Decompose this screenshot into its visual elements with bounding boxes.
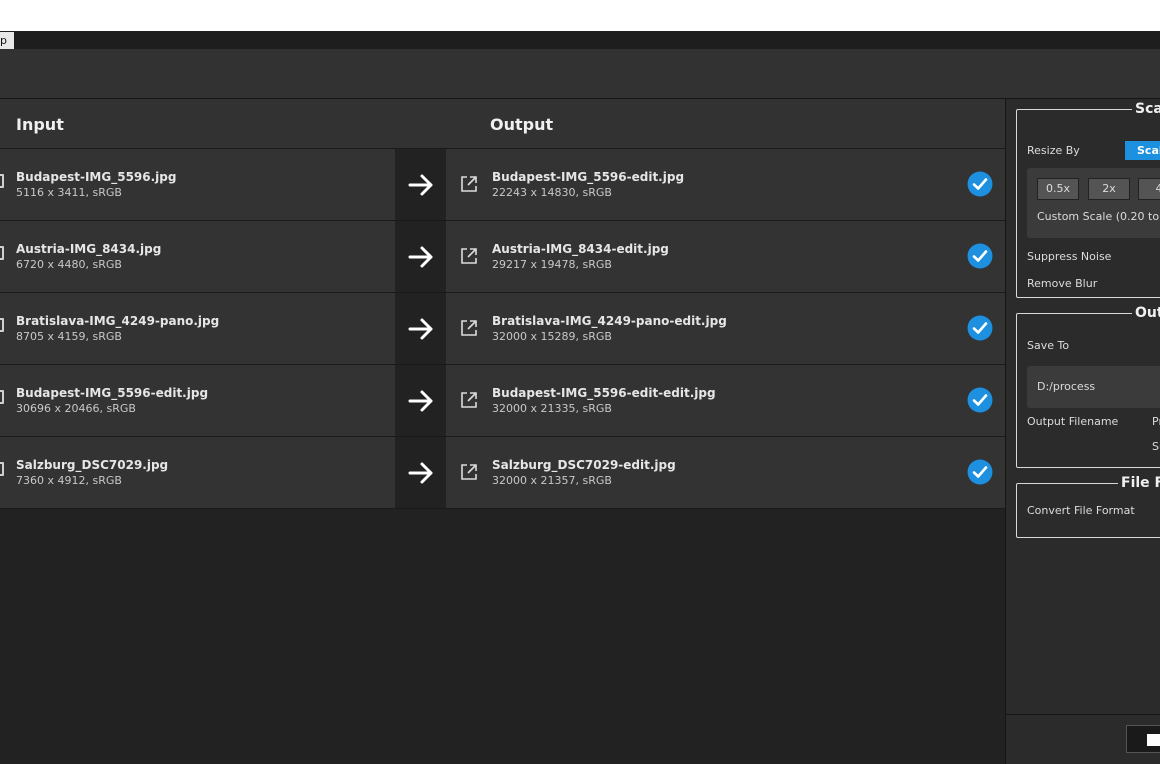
- sidebar-footer: [1006, 714, 1160, 764]
- open-external-icon[interactable]: [460, 247, 478, 265]
- output-column-header: Output: [490, 115, 554, 134]
- input-cell[interactable]: Salzburg_DSC7029.jpg 7360 x 4912, sRGB: [0, 437, 395, 508]
- input-cell[interactable]: Bratislava-IMG_4249-pano.jpg 8705 x 4159…: [0, 293, 395, 364]
- window-title: p: [0, 32, 14, 49]
- input-filename: Bratislava-IMG_4249-pano.jpg: [16, 314, 220, 328]
- save-to-label: Save To: [1027, 339, 1070, 352]
- input-filename: Budapest-IMG_5596-edit.jpg: [16, 386, 209, 400]
- output-dimensions: 29217 x 19478, sRGB: [492, 258, 612, 271]
- file-icon: [0, 174, 4, 188]
- input-cell[interactable]: Budapest-IMG_5596-edit.jpg 30696 x 20466…: [0, 365, 395, 436]
- convert-file-format-label: Convert File Format: [1027, 504, 1135, 517]
- save-path-value: D:/process: [1037, 380, 1096, 393]
- output-filename: Budapest-IMG_5596-edit.jpg: [492, 170, 685, 184]
- output-dimensions: 32000 x 21357, sRGB: [492, 474, 612, 487]
- settings-sidebar: Sca Resize By Scal 0.5x 2x 4 Custom Scal…: [1005, 99, 1160, 764]
- file-row[interactable]: Austria-IMG_8434.jpg 6720 x 4480, sRGB A…: [0, 221, 1005, 293]
- check-circle-icon: [967, 459, 993, 485]
- suppress-noise-label: Suppress Noise: [1027, 250, 1112, 263]
- arrow-right-icon: [408, 246, 433, 268]
- file-format-panel: File Fo Convert File Format: [1016, 475, 1160, 538]
- arrow-cell: [395, 293, 446, 364]
- output-panel-title: Out: [1132, 305, 1160, 321]
- file-format-panel-title: File Fo: [1118, 475, 1160, 491]
- input-cell[interactable]: Budapest-IMG_5596.jpg 5116 x 3411, sRGB: [0, 149, 395, 220]
- scale-options: 0.5x 2x 4 Custom Scale (0.20 to 6.0: [1027, 168, 1160, 238]
- output-dimensions: 32000 x 21335, sRGB: [492, 402, 612, 415]
- output-panel: Out Save To D:/process Output Filename P…: [1016, 305, 1160, 468]
- arrow-right-icon: [408, 462, 433, 484]
- output-filename: Austria-IMG_8434-edit.jpg: [492, 242, 669, 256]
- custom-scale-label: Custom Scale (0.20 to 6.0: [1037, 210, 1160, 223]
- output-cell[interactable]: Salzburg_DSC7029-edit.jpg 32000 x 21357,…: [446, 437, 1005, 508]
- open-external-icon[interactable]: [460, 175, 478, 193]
- file-list-area: Input Output Budapest-IMG_5596.jpg 5116 …: [0, 99, 1005, 764]
- open-external-icon[interactable]: [460, 391, 478, 409]
- file-rows: Budapest-IMG_5596.jpg 5116 x 3411, sRGB …: [0, 149, 1005, 509]
- arrow-right-icon: [408, 174, 433, 196]
- input-dimensions: 8705 x 4159, sRGB: [16, 330, 122, 343]
- list-header: Input Output: [0, 99, 1005, 149]
- toolbar: [0, 49, 1160, 99]
- file-row[interactable]: Salzburg_DSC7029.jpg 7360 x 4912, sRGB S…: [0, 437, 1005, 509]
- save-path-field[interactable]: D:/process: [1027, 366, 1160, 408]
- preset-2x-button[interactable]: 2x: [1088, 178, 1130, 200]
- input-dimensions: 6720 x 4480, sRGB: [16, 258, 122, 271]
- arrow-cell: [395, 365, 446, 436]
- output-cell[interactable]: Budapest-IMG_5596-edit.jpg 22243 x 14830…: [446, 149, 1005, 220]
- input-cell[interactable]: Austria-IMG_8434.jpg 6720 x 4480, sRGB: [0, 221, 395, 292]
- output-filename: Salzburg_DSC7029-edit.jpg: [492, 458, 676, 472]
- output-dimensions: 22243 x 14830, sRGB: [492, 186, 612, 199]
- preset-4x-button[interactable]: 4: [1138, 178, 1160, 200]
- output-filename: Budapest-IMG_5596-edit-edit.jpg: [492, 386, 716, 400]
- file-icon: [0, 318, 4, 332]
- output-dimensions: 32000 x 15289, sRGB: [492, 330, 612, 343]
- file-icon: [0, 246, 4, 260]
- output-cell[interactable]: Budapest-IMG_5596-edit-edit.jpg 32000 x …: [446, 365, 1005, 436]
- preset-0-5x-button[interactable]: 0.5x: [1037, 178, 1079, 200]
- output-cell[interactable]: Bratislava-IMG_4249-pano-edit.jpg 32000 …: [446, 293, 1005, 364]
- file-icon: [0, 462, 4, 476]
- input-dimensions: 30696 x 20466, sRGB: [16, 402, 136, 415]
- start-button-icon: [1147, 734, 1160, 746]
- app-window: p Input Output Budapest-IMG_5596.jpg 511…: [0, 0, 1160, 764]
- check-circle-icon: [967, 315, 993, 341]
- arrow-cell: [395, 149, 446, 220]
- input-filename: Austria-IMG_8434.jpg: [16, 242, 162, 256]
- open-external-icon[interactable]: [460, 319, 478, 337]
- input-dimensions: 5116 x 3411, sRGB: [16, 186, 122, 199]
- prefix-label: Pr: [1152, 415, 1160, 428]
- remove-blur-label: Remove Blur: [1027, 277, 1098, 290]
- output-filename-label: Output Filename: [1027, 415, 1119, 428]
- input-filename: Budapest-IMG_5596.jpg: [16, 170, 177, 184]
- resize-by-label: Resize By: [1027, 144, 1080, 157]
- scale-mode-button[interactable]: Scal: [1125, 141, 1160, 160]
- file-row[interactable]: Budapest-IMG_5596-edit.jpg 30696 x 20466…: [0, 365, 1005, 437]
- scale-panel: Sca Resize By Scal 0.5x 2x 4 Custom Scal…: [1016, 101, 1160, 298]
- file-icon: [0, 390, 4, 404]
- check-circle-icon: [967, 243, 993, 269]
- arrow-right-icon: [408, 390, 433, 412]
- output-cell[interactable]: Austria-IMG_8434-edit.jpg 29217 x 19478,…: [446, 221, 1005, 292]
- input-dimensions: 7360 x 4912, sRGB: [16, 474, 122, 487]
- arrow-cell: [395, 221, 446, 292]
- suffix-label: Su: [1152, 440, 1160, 453]
- title-bar: p: [0, 31, 1160, 49]
- output-filename: Bratislava-IMG_4249-pano-edit.jpg: [492, 314, 727, 328]
- check-circle-icon: [967, 387, 993, 413]
- scale-panel-title: Sca: [1132, 101, 1160, 117]
- desktop-strip: [0, 0, 1160, 31]
- open-external-icon[interactable]: [460, 463, 478, 481]
- start-button[interactable]: [1126, 725, 1160, 753]
- arrow-right-icon: [408, 318, 433, 340]
- input-filename: Salzburg_DSC7029.jpg: [16, 458, 169, 472]
- file-row[interactable]: Bratislava-IMG_4249-pano.jpg 8705 x 4159…: [0, 293, 1005, 365]
- input-column-header: Input: [16, 115, 64, 134]
- check-circle-icon: [967, 171, 993, 197]
- arrow-cell: [395, 437, 446, 508]
- file-row[interactable]: Budapest-IMG_5596.jpg 5116 x 3411, sRGB …: [0, 149, 1005, 221]
